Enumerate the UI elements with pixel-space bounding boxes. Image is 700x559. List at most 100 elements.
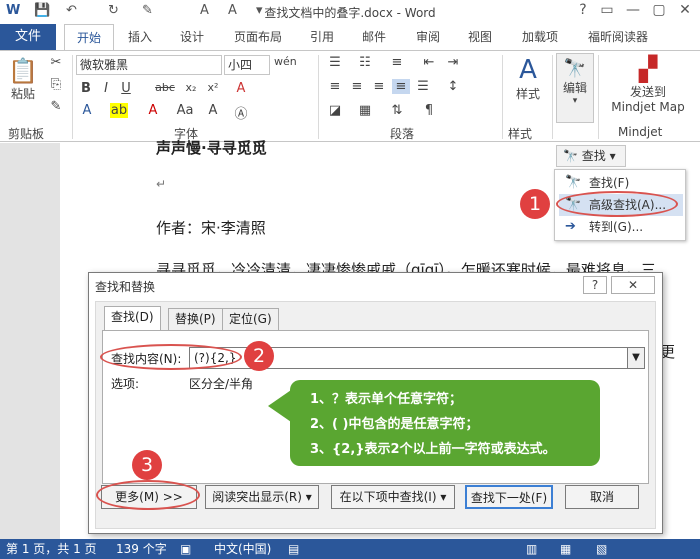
minimize-button[interactable]: — <box>620 2 646 18</box>
subscript-icon[interactable]: x₂ <box>182 81 200 94</box>
group-divider <box>318 55 319 139</box>
dialog-help-button[interactable]: ? <box>583 276 607 294</box>
mindjet-button-line1: 发送到 <box>629 85 666 99</box>
ribbon-tabs: 文件 开始 插入 设计 页面布局 引用 邮件 审阅 视图 加载项 福昕阅读器 <box>0 24 700 51</box>
align-left-icon[interactable]: ≡ <box>326 79 344 94</box>
mindjet-button[interactable]: ▞ 发送到 Mindjet Map <box>600 55 696 114</box>
char-shading-icon[interactable]: A <box>204 103 222 118</box>
tab-view[interactable]: 视图 <box>458 24 502 50</box>
paste-button[interactable]: 📋 粘贴 <box>6 57 40 102</box>
editing-button-label: 编辑 <box>562 81 587 95</box>
show-marks-icon[interactable]: ¶ <box>420 103 438 118</box>
web-layout-icon[interactable]: ▧ <box>596 539 607 559</box>
pinyin-guide-icon[interactable]: wén <box>274 55 297 68</box>
reading-highlight-button[interactable]: 阅读突出显示(R) ▾ <box>205 485 319 509</box>
justify-icon[interactable]: ≡ <box>392 79 410 94</box>
change-case-icon[interactable]: Aa <box>176 103 194 118</box>
distributed-icon[interactable]: ☰ <box>414 79 432 94</box>
status-bar: 第 1 页，共 1 页 139 个字 ▣ 中文(中国) ▤ ▥ ▦ ▧ <box>0 539 700 559</box>
options-value: 区分全/半角 <box>189 377 254 391</box>
line-spacing-icon[interactable]: ↕ <box>444 79 462 94</box>
tab-review[interactable]: 审阅 <box>406 24 450 50</box>
menu-item-goto[interactable]: ➔ 转到(G)... <box>559 216 683 238</box>
chevron-down-icon: ▾ <box>609 149 616 163</box>
clear-format-icon[interactable]: A <box>232 81 250 96</box>
word-count[interactable]: 139 个字 <box>116 539 167 559</box>
tab-design[interactable]: 设计 <box>170 24 214 50</box>
font-color-icon[interactable]: A <box>144 103 162 118</box>
group-divider <box>72 55 73 139</box>
ribbon: 📋 粘贴 ✂ ⎘ ✎ 剪贴板 微软雅黑 小四 wén B I U abc x₂ … <box>0 50 700 142</box>
tab-foxit[interactable]: 福昕阅读器 <box>580 24 656 50</box>
dialog-close-button[interactable]: ✕ <box>611 276 655 294</box>
tab-file[interactable]: 文件 <box>0 24 56 50</box>
step-marker-2: 2 <box>244 341 274 371</box>
font-size-box[interactable]: 小四 <box>224 55 270 75</box>
help-button[interactable]: ? <box>570 2 596 18</box>
cancel-button[interactable]: 取消 <box>565 485 639 509</box>
read-mode-icon[interactable]: ▥ <box>526 539 537 559</box>
align-center-icon[interactable]: ≡ <box>348 79 366 94</box>
page-count[interactable]: 第 1 页，共 1 页 <box>6 539 97 559</box>
paragraph-group-label: 段落 <box>390 127 415 141</box>
tab-mailings[interactable]: 邮件 <box>352 24 396 50</box>
arrow-right-icon: ➔ <box>565 219 576 234</box>
bold-icon[interactable]: B <box>78 81 94 96</box>
cut-icon[interactable]: ✂ <box>48 55 64 70</box>
tab-layout[interactable]: 页面布局 <box>226 24 290 50</box>
macro-icon[interactable]: ▤ <box>288 539 299 559</box>
enclose-char-icon[interactable]: Ⓐ <box>232 103 250 122</box>
decrease-indent-icon[interactable]: ⇤ <box>420 55 438 70</box>
multilevel-list-icon[interactable]: ≡ <box>388 55 406 70</box>
copy-icon[interactable]: ⎘ <box>48 77 64 92</box>
print-layout-icon[interactable]: ▦ <box>560 539 571 559</box>
binoculars-icon: 🔭 <box>563 58 587 79</box>
close-button[interactable]: ✕ <box>672 2 698 18</box>
find-next-button[interactable]: 查找下一处(F) <box>465 485 553 509</box>
paragraph-mark-icon: ↵ <box>156 177 167 191</box>
find-in-button[interactable]: 在以下项中查找(I) ▾ <box>331 485 455 509</box>
font-name-box[interactable]: 微软雅黑 <box>76 55 222 75</box>
styles-button[interactable]: A 样式 <box>508 55 548 102</box>
mindjet-button-line2: Mindjet Map <box>611 100 685 114</box>
align-right-icon[interactable]: ≡ <box>370 79 388 94</box>
find-history-dropdown[interactable]: ▼ <box>627 347 645 369</box>
highlight-icon[interactable]: ab <box>110 103 128 118</box>
tab-find[interactable]: 查找(D) <box>104 306 161 330</box>
tip-callout: 1、？表示单个任意字符； 2、( )中包含的是任意字符； 3、{2,}表示2个以… <box>290 380 600 466</box>
ribbon-display-button[interactable]: ▭ <box>594 2 620 18</box>
shading-icon[interactable]: ◪ <box>326 103 344 118</box>
maximize-button[interactable]: ▢ <box>646 2 672 18</box>
chevron-down-icon: ▾ <box>572 96 578 106</box>
menu-item-find-label: 查找(F) <box>589 176 630 190</box>
borders-icon[interactable]: ▦ <box>356 103 374 118</box>
find-split-button[interactable]: 🔭 查找 ▾ <box>556 145 626 167</box>
increase-indent-icon[interactable]: ⇥ <box>444 55 462 70</box>
styles-button-label: 样式 <box>515 87 540 101</box>
tab-addins[interactable]: 加载项 <box>512 24 568 50</box>
sort-icon[interactable]: ⇅ <box>388 103 406 118</box>
italic-icon[interactable]: I <box>98 81 114 96</box>
tab-goto[interactable]: 定位(G) <box>222 308 279 330</box>
dialog-title: 查找和替换 <box>95 280 156 294</box>
bullets-icon[interactable]: ☰ <box>326 55 344 70</box>
editing-button[interactable]: 🔭 编辑 ▾ <box>556 53 594 123</box>
language-indicator[interactable]: 中文(中国) <box>214 539 271 559</box>
binoculars-small-icon: 🔭 <box>563 149 578 163</box>
advanced-find-highlight-ring <box>556 191 678 217</box>
proofing-icon[interactable]: ▣ <box>180 539 191 559</box>
text-effects-icon[interactable]: A <box>78 103 96 118</box>
styles-icon: A <box>519 55 537 85</box>
numbering-icon[interactable]: ☷ <box>356 55 374 70</box>
format-painter-ribbon-icon[interactable]: ✎ <box>48 99 64 114</box>
tab-home[interactable]: 开始 <box>64 24 114 51</box>
strikethrough-icon[interactable]: abc <box>152 81 178 94</box>
superscript-icon[interactable]: x² <box>204 81 222 94</box>
group-divider <box>552 55 553 139</box>
tab-replace[interactable]: 替换(P) <box>168 308 223 330</box>
callout-line-3: 3、{2,}表示2个以上前一字符或表达式。 <box>310 442 556 457</box>
tab-references[interactable]: 引用 <box>300 24 344 50</box>
doc-author-line: 作者：宋·李清照 <box>156 219 266 237</box>
tab-insert[interactable]: 插入 <box>118 24 162 50</box>
underline-icon[interactable]: U <box>118 81 134 96</box>
